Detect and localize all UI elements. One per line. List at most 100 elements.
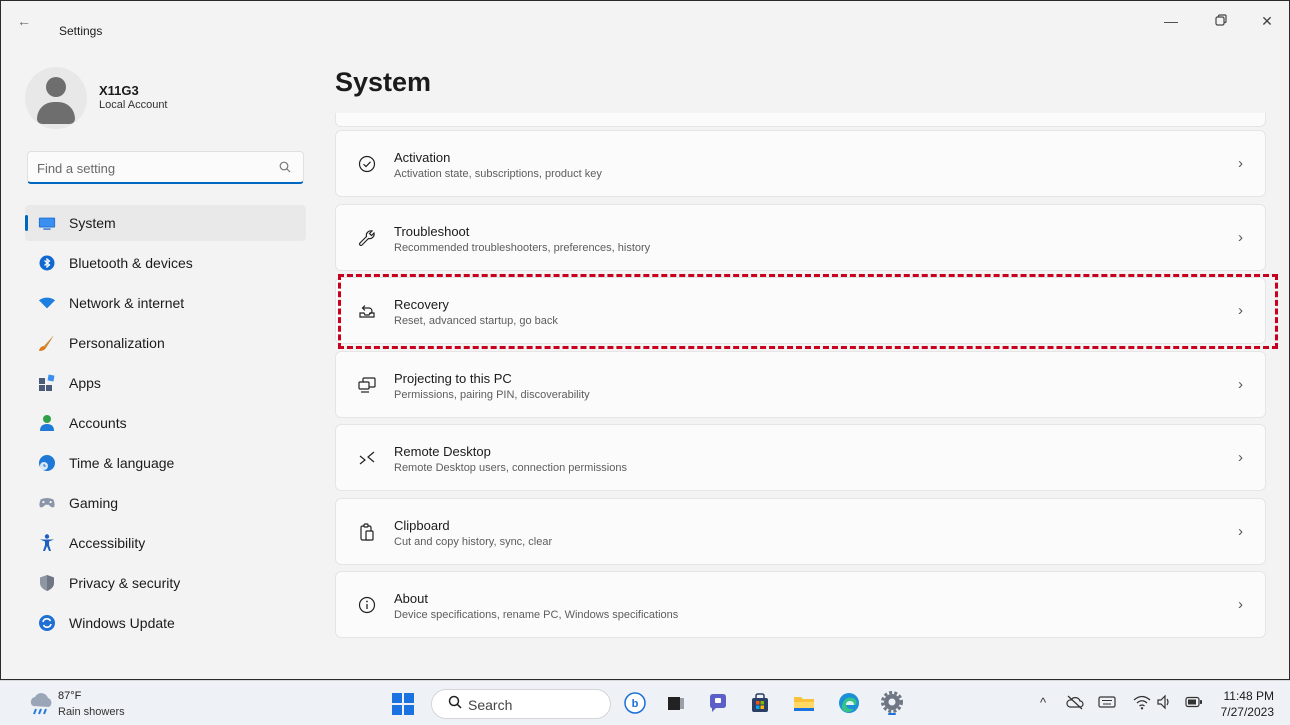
card-remote-desktop[interactable]: Remote Desktop Remote Desktop users, con…: [335, 424, 1266, 491]
card-subtitle: Reset, advanced startup, go back: [394, 315, 558, 327]
card-title: Recovery: [394, 297, 449, 312]
weather-temperature: 87°F: [58, 690, 82, 702]
edge-browser-icon[interactable]: [837, 691, 861, 715]
cloud-sync-icon[interactable]: [1066, 694, 1084, 713]
sidebar-item-label: Accessibility: [69, 535, 146, 551]
sidebar-item-label: Windows Update: [69, 615, 175, 631]
file-explorer-icon[interactable]: [792, 691, 816, 715]
remote-desktop-icon: [356, 447, 378, 469]
card-subtitle: Cut and copy history, sync, clear: [394, 535, 553, 548]
card-subtitle: Recommended troubleshooters, preferences…: [394, 241, 651, 254]
sidebar-item-privacy[interactable]: Privacy & security: [25, 565, 306, 601]
card-projecting[interactable]: Projecting to this PC Permissions, pairi…: [335, 350, 1266, 418]
chevron-right-icon: ›: [1238, 596, 1243, 613]
projector-icon: [356, 374, 378, 396]
sidebar-item-network[interactable]: Network & internet: [25, 285, 306, 321]
wifi-status-icon[interactable]: [1133, 694, 1151, 713]
clock-date[interactable]: 7/27/2023: [1218, 705, 1274, 719]
sidebar-item-system[interactable]: System: [25, 205, 306, 241]
sidebar-item-accounts[interactable]: Accounts: [25, 405, 306, 441]
wifi-icon: [38, 294, 56, 312]
sidebar-item-label: Network & internet: [69, 295, 185, 311]
search-icon[interactable]: [279, 161, 291, 176]
sidebar-item-label: Time & language: [69, 455, 175, 471]
person-icon: [38, 414, 56, 432]
sidebar-item-windows-update[interactable]: Windows Update: [25, 605, 306, 641]
chevron-right-icon: ›: [1238, 375, 1243, 393]
sidebar-item-personalization[interactable]: Personalization: [25, 325, 306, 361]
avatar-head: [46, 77, 66, 97]
profile-name: X11G3: [99, 83, 139, 98]
recovery-icon: [356, 300, 378, 322]
task-view-icon[interactable]: [664, 691, 688, 715]
card-subtitle: Remote Desktop users, connection permiss…: [394, 462, 627, 474]
search-icon: [448, 695, 462, 713]
windows-logo-icon: [392, 693, 414, 715]
clipboard-icon: [356, 521, 378, 543]
settings-window: ← Settings — ✕ X11G3 Local Account Syste…: [0, 0, 1290, 680]
previous-card-edge: [335, 113, 1266, 127]
sidebar-item-bluetooth[interactable]: Bluetooth & devices: [25, 245, 306, 281]
card-title: About: [394, 591, 428, 606]
settings-card-list: Activation Activation state, subscriptio…: [335, 130, 1266, 645]
maximize-button[interactable]: [1209, 13, 1233, 33]
card-subtitle: Permissions, pairing PIN, discoverabilit…: [394, 388, 590, 401]
sidebar-item-time-language[interactable]: Time & language: [25, 445, 306, 481]
profile-account-type: Local Account: [99, 99, 168, 111]
card-title: Projecting to this PC: [394, 370, 512, 386]
minimize-button[interactable]: —: [1159, 13, 1183, 33]
page-title: System: [335, 67, 432, 97]
chat-icon[interactable]: [706, 691, 730, 715]
card-title: Remote Desktop: [394, 444, 491, 459]
sidebar-item-label: Gaming: [69, 495, 119, 511]
card-subtitle: Activation state, subscriptions, product…: [394, 168, 602, 180]
keyboard-icon[interactable]: [1098, 695, 1116, 712]
shield-icon: [38, 574, 56, 592]
chevron-right-icon: ›: [1238, 155, 1243, 172]
clock-time[interactable]: 11:48 PM: [1218, 689, 1274, 703]
taskbar: 87°F Rain showers Search b ^ 11:48 PM 7/…: [0, 680, 1290, 725]
apps-icon: [38, 374, 56, 392]
sidebar-item-gaming[interactable]: Gaming: [25, 485, 306, 521]
taskbar-search[interactable]: Search: [431, 689, 611, 719]
volume-icon[interactable]: [1156, 694, 1172, 713]
controller-icon: [38, 494, 56, 512]
active-indicator: [25, 215, 28, 231]
card-clipboard[interactable]: Clipboard Cut and copy history, sync, cl…: [335, 497, 1266, 565]
sidebar-item-label: Bluetooth & devices: [69, 255, 193, 271]
weather-rain-icon[interactable]: [26, 690, 54, 716]
card-troubleshoot[interactable]: Troubleshoot Recommended troubleshooters…: [335, 203, 1266, 271]
find-setting-search[interactable]: [27, 151, 304, 184]
sidebar-item-label: System: [69, 215, 116, 231]
store-icon[interactable]: [748, 691, 772, 715]
search-input[interactable]: [37, 158, 267, 178]
chevron-right-icon: ›: [1238, 228, 1243, 246]
close-button[interactable]: ✕: [1255, 13, 1279, 33]
battery-icon[interactable]: [1185, 696, 1203, 711]
settings-app-icon[interactable]: [880, 691, 904, 715]
restore-icon: [1215, 14, 1227, 26]
back-button[interactable]: ←: [17, 13, 37, 29]
sidebar-nav: System Bluetooth & devices Network & int…: [25, 205, 306, 645]
chevron-right-icon: ›: [1238, 302, 1243, 319]
accessibility-icon: [38, 534, 56, 552]
bluetooth-icon: [38, 254, 56, 272]
card-title: Troubleshoot: [394, 223, 470, 239]
start-button[interactable]: [392, 693, 414, 715]
tray-overflow-chevron[interactable]: ^: [1040, 695, 1046, 710]
card-recovery[interactable]: Recovery Reset, advanced startup, go bac…: [335, 277, 1266, 344]
wrench-icon: [356, 227, 378, 249]
sidebar-item-label: Accounts: [69, 415, 127, 431]
taskbar-search-label: Search: [468, 697, 513, 713]
avatar[interactable]: [25, 67, 87, 129]
card-activation[interactable]: Activation Activation state, subscriptio…: [335, 130, 1266, 197]
bing-icon[interactable]: b: [623, 691, 647, 715]
app-title: Settings: [59, 24, 103, 38]
brush-icon: [38, 334, 56, 352]
svg-text:b: b: [632, 698, 639, 710]
card-about[interactable]: About Device specifications, rename PC, …: [335, 571, 1266, 638]
sidebar-item-apps[interactable]: Apps: [25, 365, 306, 401]
sidebar-item-accessibility[interactable]: Accessibility: [25, 525, 306, 561]
globe-clock-icon: [38, 454, 56, 472]
info-icon: [356, 594, 378, 616]
